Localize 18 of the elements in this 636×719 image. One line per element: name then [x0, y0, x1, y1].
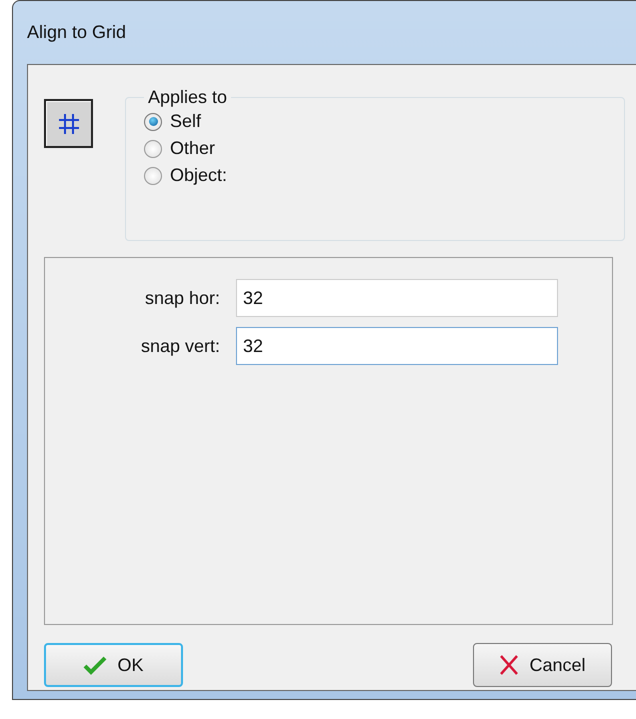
- radio-option[interactable]: Self: [144, 108, 202, 135]
- ok-button[interactable]: OK: [44, 643, 183, 687]
- checkmark-icon: [83, 655, 108, 675]
- radio-option[interactable]: Other: [144, 135, 216, 162]
- radio-button[interactable]: [144, 166, 162, 184]
- radio-option[interactable]: Object:: [144, 162, 228, 189]
- input-field[interactable]: 32: [236, 279, 558, 317]
- grid-button[interactable]: [44, 99, 93, 148]
- field-label: snap vert:: [140, 336, 220, 356]
- radio-button[interactable]: [144, 112, 162, 130]
- grid-icon: [58, 112, 80, 134]
- close-icon: [499, 654, 520, 676]
- window-title: Align to Grid: [27, 22, 126, 43]
- field-label: snap hor:: [144, 288, 220, 308]
- cancel-button[interactable]: Cancel: [473, 643, 612, 687]
- input-field[interactable]: 32: [236, 327, 558, 365]
- radio-button[interactable]: [144, 140, 162, 158]
- group-label: Applies to: [147, 87, 228, 108]
